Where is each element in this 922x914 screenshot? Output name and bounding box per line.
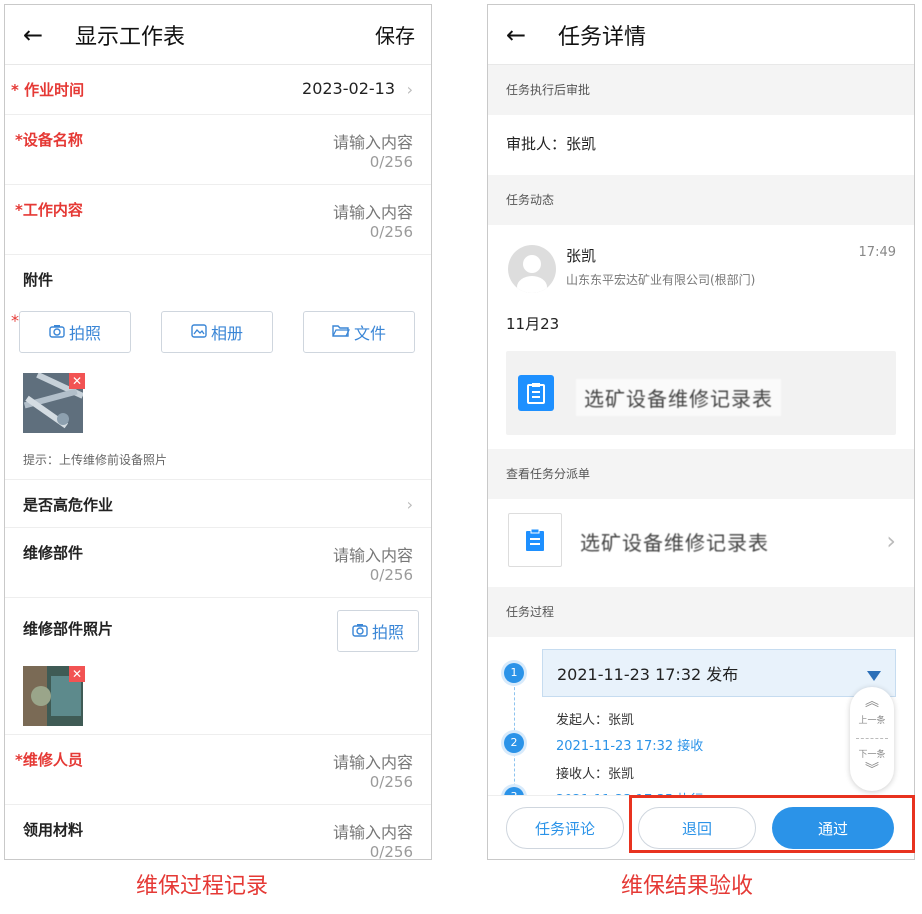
dynamic-card: 张凯 17:49 山东东平宏达矿业有限公司(根部门) 11月23 选矿设备维修记… [488,225,914,449]
file-button[interactable]: 文件 [303,311,415,353]
nav-divider [856,738,888,739]
save-button[interactable]: 保存 [375,20,415,49]
dispatch-title: 选矿设备维修记录表 [580,531,769,555]
comment-button[interactable]: 任务评论 [506,807,624,849]
attachment-label: 附件 [23,271,54,289]
dispatch-row[interactable]: 选矿设备维修记录表 › [488,499,914,587]
required-star: * [11,311,19,330]
receive-step-text: 2021-11-23 17:32 接收 [556,739,704,754]
parts-row[interactable]: 维修部件 请输入内容 0/256 [5,528,431,598]
work-form-screen: ← 显示工作表 保存 * 作业时间 2023-02-13 › *设备名称 请输入… [4,4,432,860]
user-org: 山东东平宏达矿业有限公司(根部门) [566,273,756,287]
avatar [508,245,556,293]
material-row[interactable]: 领用材料 请输入内容 0/256 [5,805,431,860]
highlight-box [629,795,915,853]
receiver-text: 接收人：张凯 [556,767,635,782]
section-dispatch-header: 查看任务分派单 [488,449,914,499]
staff-count: 0/256 [369,773,413,791]
device-name-input[interactable]: 请输入内容 [333,129,413,153]
caret-down-icon [867,666,881,685]
timeline-step-2: 2 [504,733,524,753]
material-label: 领用材料 [23,821,84,839]
approver-text: 审批人：张凯 [506,135,597,153]
delete-photo-icon[interactable]: ✕ [69,666,85,682]
right-caption: 维保结果验收 [621,874,754,899]
staff-row[interactable]: *维修人员 请输入内容 0/256 [5,735,431,805]
work-content-label: *工作内容 [15,201,83,219]
device-name-label: *设备名称 [15,131,83,149]
camera-icon [352,622,368,641]
user-name: 张凯 [566,247,597,265]
work-time-label: * 作业时间 [11,81,85,99]
take-photo-label: 拍照 [68,324,101,343]
parts-take-photo-label: 拍照 [371,623,404,642]
device-name-row[interactable]: *设备名称 请输入内容 0/256 [5,115,431,185]
parts-count: 0/256 [369,566,413,584]
camera-icon [49,323,65,342]
header: ← 任务详情 [488,5,914,65]
album-button[interactable]: 相册 [161,311,273,353]
image-icon [191,323,207,342]
material-input[interactable]: 请输入内容 [333,819,413,843]
back-arrow-icon[interactable]: ← [23,21,61,49]
take-photo-button[interactable]: 拍照 [19,311,131,353]
chevron-right-icon: › [406,495,413,514]
chevron-right-icon: › [406,80,413,99]
page-title: 显示工作表 [75,24,186,50]
delete-photo-icon[interactable]: ✕ [69,373,85,389]
prev-item-button[interactable]: 上一条 [850,713,894,726]
form-title: 选矿设备维修记录表 [576,379,781,416]
prev-next-nav: ︽ 上一条 下一条 ︾ [850,687,894,791]
timeline-step-1: 1 [504,663,524,683]
material-count: 0/256 [369,843,413,860]
clipboard-icon [518,375,554,411]
staff-input[interactable]: 请输入内容 [333,749,413,773]
parts-input[interactable]: 请输入内容 [333,542,413,566]
left-caption: 维保过程记录 [136,874,269,899]
section-dynamic-header: 任务动态 [488,175,914,225]
page-title: 任务详情 [558,24,647,50]
attachment-section: 附件 * 拍照 相册 文件 ✕ 提示：上传维修前设备照片 [5,255,431,480]
device-name-count: 0/256 [369,153,413,171]
parts-take-photo-button[interactable]: 拍照 [337,610,419,652]
folder-icon [332,323,350,342]
parts-photo-section: 维修部件照片 拍照 ✕ [5,598,431,735]
clipboard-icon [517,522,553,558]
initiator-text: 发起人：张凯 [556,713,635,728]
task-detail-screen: ← 任务详情 任务执行后审批 审批人：张凯 任务动态 张凯 17:49 山东东平… [487,4,915,860]
timeline-publish-header[interactable]: 2021-11-23 17:32 发布 [542,649,896,697]
high-risk-row[interactable]: 是否高危作业 › [5,480,431,528]
approver-row: 审批人：张凯 [488,115,914,175]
work-content-input[interactable]: 请输入内容 [333,199,413,223]
parts-photo-label: 维修部件照片 [23,620,114,638]
dispatch-icon-frame [508,513,562,567]
header: ← 显示工作表 保存 [5,5,431,65]
file-label: 文件 [353,324,386,343]
section-approve-header: 任务执行后审批 [488,65,914,115]
work-time-value: 2023-02-13 [302,79,395,98]
parts-label: 维修部件 [23,544,84,562]
work-time-row[interactable]: * 作业时间 2023-02-13 › [5,65,431,115]
parts-photo-thumbnail[interactable]: ✕ [23,666,85,726]
album-label: 相册 [210,324,243,343]
process-timeline: 1 2021-11-23 17:32 发布 发起人：张凯 2 2021-11-2… [488,637,914,808]
post-time: 17:49 [858,245,896,260]
back-arrow-icon[interactable]: ← [506,21,544,49]
attachment-hint: 提示：上传维修前设备照片 [23,453,168,467]
section-process-header: 任务过程 [488,587,914,637]
post-text: 11月23 [506,315,560,333]
staff-label: *维修人员 [15,751,83,769]
publish-text: 2021-11-23 17:32 发布 [557,665,739,684]
form-attachment-card[interactable]: 选矿设备维修记录表 [506,351,896,435]
chevron-right-icon: › [886,527,896,555]
double-chevron-up-icon[interactable]: ︽ [850,691,894,711]
work-content-count: 0/256 [369,223,413,241]
double-chevron-down-icon[interactable]: ︾ [850,759,894,779]
uploaded-photo-thumbnail[interactable]: ✕ [23,372,85,433]
work-content-row[interactable]: *工作内容 请输入内容 0/256 [5,185,431,255]
high-risk-label: 是否高危作业 [23,496,114,514]
